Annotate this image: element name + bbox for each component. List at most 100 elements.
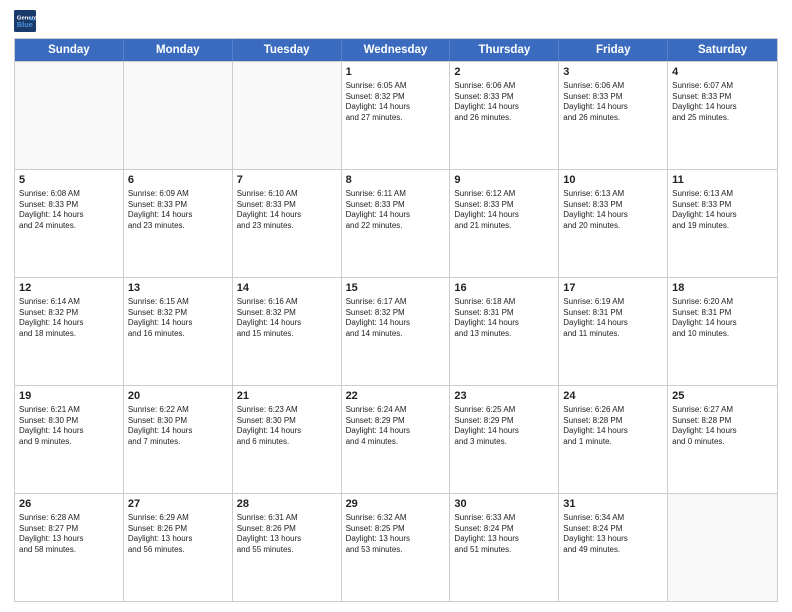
day-number: 16 bbox=[454, 281, 554, 296]
calendar-day-23: 23Sunrise: 6:25 AMSunset: 8:29 PMDayligh… bbox=[450, 386, 559, 493]
day-number: 8 bbox=[346, 173, 446, 188]
day-number: 5 bbox=[19, 173, 119, 188]
calendar-row-2: 12Sunrise: 6:14 AMSunset: 8:32 PMDayligh… bbox=[15, 277, 777, 385]
calendar-day-9: 9Sunrise: 6:12 AMSunset: 8:33 PMDaylight… bbox=[450, 170, 559, 277]
calendar-row-3: 19Sunrise: 6:21 AMSunset: 8:30 PMDayligh… bbox=[15, 385, 777, 493]
calendar-day-20: 20Sunrise: 6:22 AMSunset: 8:30 PMDayligh… bbox=[124, 386, 233, 493]
day-info: Sunrise: 6:13 AMSunset: 8:33 PMDaylight:… bbox=[672, 189, 773, 232]
day-number: 7 bbox=[237, 173, 337, 188]
day-info: Sunrise: 6:15 AMSunset: 8:32 PMDaylight:… bbox=[128, 297, 228, 340]
calendar-empty-cell bbox=[668, 494, 777, 601]
day-info: Sunrise: 6:09 AMSunset: 8:33 PMDaylight:… bbox=[128, 189, 228, 232]
calendar-day-5: 5Sunrise: 6:08 AMSunset: 8:33 PMDaylight… bbox=[15, 170, 124, 277]
day-info: Sunrise: 6:33 AMSunset: 8:24 PMDaylight:… bbox=[454, 513, 554, 556]
day-info: Sunrise: 6:24 AMSunset: 8:29 PMDaylight:… bbox=[346, 405, 446, 448]
day-number: 10 bbox=[563, 173, 663, 188]
calendar-day-24: 24Sunrise: 6:26 AMSunset: 8:28 PMDayligh… bbox=[559, 386, 668, 493]
day-number: 31 bbox=[563, 497, 663, 512]
day-info: Sunrise: 6:07 AMSunset: 8:33 PMDaylight:… bbox=[672, 81, 773, 124]
day-info: Sunrise: 6:21 AMSunset: 8:30 PMDaylight:… bbox=[19, 405, 119, 448]
calendar-day-15: 15Sunrise: 6:17 AMSunset: 8:32 PMDayligh… bbox=[342, 278, 451, 385]
calendar-empty-cell bbox=[124, 62, 233, 169]
day-info: Sunrise: 6:23 AMSunset: 8:30 PMDaylight:… bbox=[237, 405, 337, 448]
day-of-week-saturday: Saturday bbox=[668, 39, 777, 61]
day-number: 25 bbox=[672, 389, 773, 404]
day-of-week-sunday: Sunday bbox=[15, 39, 124, 61]
calendar-day-12: 12Sunrise: 6:14 AMSunset: 8:32 PMDayligh… bbox=[15, 278, 124, 385]
calendar-day-1: 1Sunrise: 6:05 AMSunset: 8:32 PMDaylight… bbox=[342, 62, 451, 169]
header: General Blue bbox=[14, 10, 778, 32]
day-info: Sunrise: 6:32 AMSunset: 8:25 PMDaylight:… bbox=[346, 513, 446, 556]
calendar-day-21: 21Sunrise: 6:23 AMSunset: 8:30 PMDayligh… bbox=[233, 386, 342, 493]
logo: General Blue bbox=[14, 10, 38, 32]
calendar-row-4: 26Sunrise: 6:28 AMSunset: 8:27 PMDayligh… bbox=[15, 493, 777, 601]
day-info: Sunrise: 6:31 AMSunset: 8:26 PMDaylight:… bbox=[237, 513, 337, 556]
day-number: 28 bbox=[237, 497, 337, 512]
calendar-body: 1Sunrise: 6:05 AMSunset: 8:32 PMDaylight… bbox=[15, 61, 777, 601]
day-info: Sunrise: 6:29 AMSunset: 8:26 PMDaylight:… bbox=[128, 513, 228, 556]
day-number: 17 bbox=[563, 281, 663, 296]
day-info: Sunrise: 6:27 AMSunset: 8:28 PMDaylight:… bbox=[672, 405, 773, 448]
calendar-row-1: 5Sunrise: 6:08 AMSunset: 8:33 PMDaylight… bbox=[15, 169, 777, 277]
day-number: 6 bbox=[128, 173, 228, 188]
day-info: Sunrise: 6:10 AMSunset: 8:33 PMDaylight:… bbox=[237, 189, 337, 232]
calendar-day-13: 13Sunrise: 6:15 AMSunset: 8:32 PMDayligh… bbox=[124, 278, 233, 385]
day-info: Sunrise: 6:18 AMSunset: 8:31 PMDaylight:… bbox=[454, 297, 554, 340]
day-number: 26 bbox=[19, 497, 119, 512]
day-info: Sunrise: 6:20 AMSunset: 8:31 PMDaylight:… bbox=[672, 297, 773, 340]
day-info: Sunrise: 6:05 AMSunset: 8:32 PMDaylight:… bbox=[346, 81, 446, 124]
day-number: 11 bbox=[672, 173, 773, 188]
calendar-day-27: 27Sunrise: 6:29 AMSunset: 8:26 PMDayligh… bbox=[124, 494, 233, 601]
calendar-day-18: 18Sunrise: 6:20 AMSunset: 8:31 PMDayligh… bbox=[668, 278, 777, 385]
calendar-day-3: 3Sunrise: 6:06 AMSunset: 8:33 PMDaylight… bbox=[559, 62, 668, 169]
day-number: 19 bbox=[19, 389, 119, 404]
calendar-day-30: 30Sunrise: 6:33 AMSunset: 8:24 PMDayligh… bbox=[450, 494, 559, 601]
day-number: 24 bbox=[563, 389, 663, 404]
calendar-header: SundayMondayTuesdayWednesdayThursdayFrid… bbox=[15, 39, 777, 61]
day-of-week-monday: Monday bbox=[124, 39, 233, 61]
day-number: 27 bbox=[128, 497, 228, 512]
day-info: Sunrise: 6:13 AMSunset: 8:33 PMDaylight:… bbox=[563, 189, 663, 232]
calendar-day-6: 6Sunrise: 6:09 AMSunset: 8:33 PMDaylight… bbox=[124, 170, 233, 277]
day-info: Sunrise: 6:28 AMSunset: 8:27 PMDaylight:… bbox=[19, 513, 119, 556]
calendar-day-2: 2Sunrise: 6:06 AMSunset: 8:33 PMDaylight… bbox=[450, 62, 559, 169]
day-number: 22 bbox=[346, 389, 446, 404]
day-info: Sunrise: 6:25 AMSunset: 8:29 PMDaylight:… bbox=[454, 405, 554, 448]
calendar-day-10: 10Sunrise: 6:13 AMSunset: 8:33 PMDayligh… bbox=[559, 170, 668, 277]
calendar-day-11: 11Sunrise: 6:13 AMSunset: 8:33 PMDayligh… bbox=[668, 170, 777, 277]
day-number: 30 bbox=[454, 497, 554, 512]
day-of-week-tuesday: Tuesday bbox=[233, 39, 342, 61]
calendar-day-14: 14Sunrise: 6:16 AMSunset: 8:32 PMDayligh… bbox=[233, 278, 342, 385]
day-number: 9 bbox=[454, 173, 554, 188]
day-info: Sunrise: 6:34 AMSunset: 8:24 PMDaylight:… bbox=[563, 513, 663, 556]
calendar-row-0: 1Sunrise: 6:05 AMSunset: 8:32 PMDaylight… bbox=[15, 61, 777, 169]
calendar: SundayMondayTuesdayWednesdayThursdayFrid… bbox=[14, 38, 778, 602]
day-info: Sunrise: 6:12 AMSunset: 8:33 PMDaylight:… bbox=[454, 189, 554, 232]
day-info: Sunrise: 6:06 AMSunset: 8:33 PMDaylight:… bbox=[563, 81, 663, 124]
day-number: 13 bbox=[128, 281, 228, 296]
day-number: 3 bbox=[563, 65, 663, 80]
day-number: 12 bbox=[19, 281, 119, 296]
day-info: Sunrise: 6:16 AMSunset: 8:32 PMDaylight:… bbox=[237, 297, 337, 340]
calendar-day-8: 8Sunrise: 6:11 AMSunset: 8:33 PMDaylight… bbox=[342, 170, 451, 277]
day-info: Sunrise: 6:26 AMSunset: 8:28 PMDaylight:… bbox=[563, 405, 663, 448]
calendar-day-17: 17Sunrise: 6:19 AMSunset: 8:31 PMDayligh… bbox=[559, 278, 668, 385]
day-number: 29 bbox=[346, 497, 446, 512]
calendar-day-29: 29Sunrise: 6:32 AMSunset: 8:25 PMDayligh… bbox=[342, 494, 451, 601]
day-number: 18 bbox=[672, 281, 773, 296]
day-number: 4 bbox=[672, 65, 773, 80]
day-number: 2 bbox=[454, 65, 554, 80]
calendar-day-31: 31Sunrise: 6:34 AMSunset: 8:24 PMDayligh… bbox=[559, 494, 668, 601]
day-number: 1 bbox=[346, 65, 446, 80]
page: General Blue SundayMondayTuesdayWednesda… bbox=[0, 0, 792, 612]
logo-icon: General Blue bbox=[14, 10, 36, 32]
calendar-day-22: 22Sunrise: 6:24 AMSunset: 8:29 PMDayligh… bbox=[342, 386, 451, 493]
day-info: Sunrise: 6:06 AMSunset: 8:33 PMDaylight:… bbox=[454, 81, 554, 124]
day-info: Sunrise: 6:14 AMSunset: 8:32 PMDaylight:… bbox=[19, 297, 119, 340]
calendar-day-25: 25Sunrise: 6:27 AMSunset: 8:28 PMDayligh… bbox=[668, 386, 777, 493]
calendar-day-16: 16Sunrise: 6:18 AMSunset: 8:31 PMDayligh… bbox=[450, 278, 559, 385]
day-info: Sunrise: 6:19 AMSunset: 8:31 PMDaylight:… bbox=[563, 297, 663, 340]
svg-text:Blue: Blue bbox=[17, 20, 33, 29]
day-info: Sunrise: 6:08 AMSunset: 8:33 PMDaylight:… bbox=[19, 189, 119, 232]
day-number: 20 bbox=[128, 389, 228, 404]
